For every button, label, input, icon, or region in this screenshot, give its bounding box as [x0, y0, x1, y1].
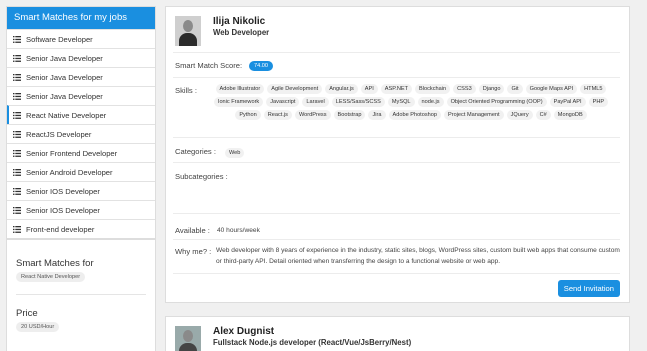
price-label: Price	[16, 308, 38, 319]
why-me-label: Why me? :	[175, 247, 212, 256]
smart-matches-jobs-panel: Smart Matches for my jobs Software Devel…	[6, 6, 156, 239]
sidebar-job-label: Senior Frontend Developer	[26, 148, 118, 158]
price-chip[interactable]: 20 USD/Hour	[16, 322, 60, 332]
jobs-panel-header: Smart Matches for my jobs	[7, 7, 155, 29]
categories-label: Categories :	[175, 147, 216, 156]
skill-chip: LESS/Sass/SCSS	[331, 97, 385, 107]
skill-chip: PayPal API	[549, 97, 586, 107]
send-invitation-button[interactable]: Send Invitation	[557, 280, 620, 297]
list-icon	[13, 130, 21, 138]
sidebar-job-item[interactable]: Senior Frontend Developer	[7, 143, 155, 162]
sidebar-job-item[interactable]: React Native Developer	[7, 105, 155, 124]
candidate-card: Alex Dugnist Fullstack Node.js developer…	[165, 316, 630, 351]
skill-chip: Object Oriented Programming (OOP)	[446, 97, 547, 107]
list-icon	[13, 225, 21, 233]
available-label: Available :	[175, 226, 210, 235]
sidebar-job-label: Senior IOS Developer	[26, 186, 100, 196]
candidate-card: Ilija Nikolic Web Developer Smart Match …	[165, 6, 630, 303]
smart-matches-for-chip[interactable]: React Native Developer	[16, 272, 86, 282]
sidebar-job-label: ReactJS Developer	[26, 129, 92, 139]
list-icon	[13, 73, 21, 81]
skill-chip: Bootstrap	[333, 110, 366, 120]
filters-panel: Smart Matches for React Native Developer…	[6, 239, 156, 351]
list-icon	[13, 111, 21, 119]
list-icon	[13, 149, 21, 157]
divider	[173, 273, 620, 274]
sidebar-job-item[interactable]: Senior Java Developer	[7, 48, 155, 67]
sidebar-job-label: Senior Java Developer	[26, 72, 103, 82]
skills-label: Skills :	[175, 86, 197, 95]
sidebar-job-item[interactable]: Senior IOS Developer	[7, 181, 155, 200]
skills-list: Adobe Illustrator Agile Development Angula…	[204, 84, 618, 120]
divider	[173, 239, 620, 240]
sidebar-job-item[interactable]: Senior Android Developer	[7, 162, 155, 181]
category-chip: Web	[225, 148, 245, 158]
divider	[173, 213, 620, 214]
skill-chip: Python	[235, 110, 261, 120]
sidebar-job-label: Senior Java Developer	[26, 91, 103, 101]
candidate-name[interactable]: Alex Dugnist	[213, 326, 274, 337]
skill-chip: JQuery	[506, 110, 533, 120]
skill-chip: PHP	[588, 97, 609, 107]
sidebar-job-label: Front-end developer	[26, 224, 95, 234]
skill-chip: Jira	[368, 110, 386, 120]
divider	[173, 52, 620, 53]
sidebar-job-item[interactable]: Senior IOS Developer	[7, 200, 155, 219]
skill-chip: WordPress	[294, 110, 331, 120]
divider	[173, 162, 620, 163]
sidebar-job-label: Senior Android Developer	[26, 167, 113, 177]
skill-chip: Angular.js	[325, 84, 358, 94]
sidebar-job-label: React Native Developer	[26, 110, 107, 120]
skill-chip: Adobe Photoshop	[388, 110, 441, 120]
filter-divider	[16, 294, 146, 295]
skill-chip: MongoDB	[553, 110, 587, 120]
sidebar-job-item[interactable]: Front-end developer	[7, 219, 155, 238]
list-icon	[13, 187, 21, 195]
skill-chip: node.js	[417, 97, 444, 107]
available-value: 40 hours/week	[217, 227, 260, 234]
candidate-title: Fullstack Node.js developer (React/Vue/J…	[213, 338, 412, 347]
skill-chip: MySQL	[387, 97, 415, 107]
sidebar-job-label: Senior IOS Developer	[26, 205, 100, 215]
skill-chip: Ionic Framework	[213, 97, 264, 107]
avatar[interactable]	[175, 16, 201, 46]
sidebar-job-item[interactable]: ReactJS Developer	[7, 124, 155, 143]
subcategories-label: Subcategories :	[175, 172, 228, 181]
skill-chip: Javascript	[266, 97, 300, 107]
list-icon	[13, 92, 21, 100]
skill-chip: ASP.NET	[380, 84, 413, 94]
avatar[interactable]	[175, 326, 201, 351]
skill-chip: Blockchain	[415, 84, 451, 94]
jobs-list: Software Developer Senior Java Developer S…	[7, 29, 155, 238]
candidate-name[interactable]: Ilija Nikolic	[213, 16, 265, 27]
why-me-text: Web developer with 8 years of experience…	[216, 247, 620, 265]
score-badge: 74.00	[249, 61, 273, 71]
sidebar-job-item[interactable]: Senior Java Developer	[7, 67, 155, 86]
sidebar-job-label: Senior Java Developer	[26, 53, 103, 63]
skill-chip: Django	[478, 84, 505, 94]
list-icon	[13, 54, 21, 62]
list-icon	[13, 168, 21, 176]
divider	[173, 137, 620, 138]
smart-matches-for-label: Smart Matches for	[16, 258, 94, 269]
skill-chip: React.js	[263, 110, 292, 120]
skill-chip: Agile Development	[267, 84, 323, 94]
sidebar-job-item[interactable]: Senior Java Developer	[7, 86, 155, 105]
list-icon	[13, 35, 21, 43]
sidebar-job-label: Software Developer	[26, 34, 93, 44]
skill-chip: HTML5	[580, 84, 607, 94]
sidebar-job-item[interactable]: Software Developer	[7, 29, 155, 48]
divider	[173, 77, 620, 78]
skill-chip: Git	[507, 84, 523, 94]
skill-chip: C#	[535, 110, 551, 120]
skill-chip: Adobe Illustrator	[215, 84, 265, 94]
skill-chip: Google Maps API	[525, 84, 578, 94]
list-icon	[13, 206, 21, 214]
candidate-title: Web Developer	[213, 28, 270, 37]
skill-chip: API	[360, 84, 378, 94]
smart-match-score-label: Smart Match Score:	[175, 61, 243, 70]
skill-chip: Project Management	[443, 110, 504, 120]
skill-chip: Laravel	[302, 97, 329, 107]
skill-chip: CSS3	[453, 84, 476, 94]
